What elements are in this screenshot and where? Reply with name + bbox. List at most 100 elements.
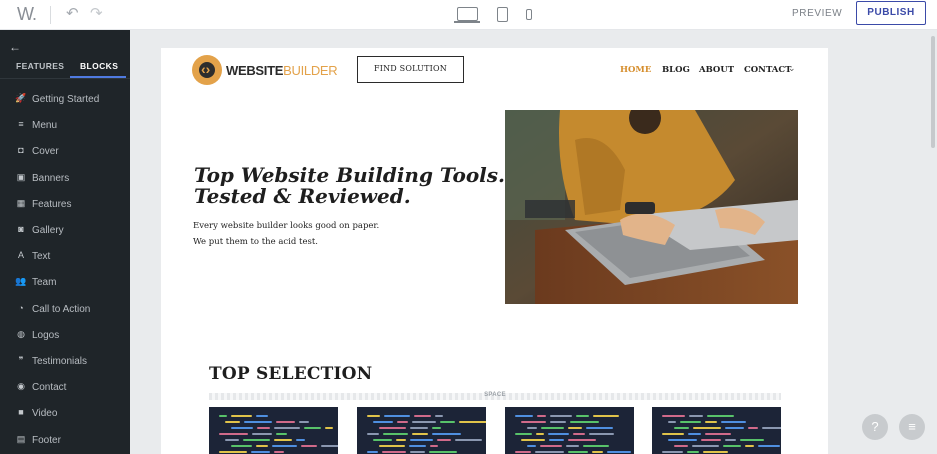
code-line (662, 451, 683, 453)
code-line (521, 439, 545, 441)
camera-icon: ◙ (18, 224, 24, 234)
sidebar-item-cover[interactable]: ◘ Cover (0, 141, 130, 163)
code-line (251, 451, 270, 453)
sidebar-item-contact[interactable]: ◉ Contact (0, 377, 130, 399)
tablet-view-icon[interactable] (497, 7, 508, 22)
code-line (540, 445, 562, 447)
footer-icon: ▤ (16, 433, 26, 444)
sidebar-item-team[interactable]: 👥 Team (0, 272, 130, 294)
help-icon[interactable]: ? (862, 414, 888, 440)
sidebar-item-features[interactable]: ▦ Features (0, 194, 130, 216)
code-line (705, 421, 717, 423)
code-line (705, 433, 731, 435)
selection-thumbnail[interactable] (209, 407, 338, 454)
back-arrow-icon[interactable]: ← (9, 40, 21, 54)
code-line (455, 439, 482, 441)
code-line (748, 427, 758, 429)
code-line (550, 421, 566, 423)
canvas-scrollbar[interactable] (931, 36, 935, 148)
desktop-view-icon[interactable] (454, 7, 480, 23)
mobile-view-icon[interactable] (526, 9, 532, 20)
hero-title-line2: Tested & Reviewed. (194, 184, 411, 208)
sidebar-item-banners[interactable]: ▣ Banners (0, 168, 130, 190)
code-line (256, 415, 268, 417)
redo-icon[interactable]: ↷ (90, 4, 103, 22)
code-line (592, 451, 603, 453)
code-line (549, 439, 564, 441)
sidebar-item-menu[interactable]: ≡ Menu (0, 115, 130, 137)
code-line (301, 445, 317, 447)
code-line (367, 451, 378, 453)
hero-subtitle-line1: Every website builder looks good on pape… (193, 221, 380, 231)
code-line (440, 421, 455, 423)
tab-blocks[interactable]: BLOCKS (80, 61, 118, 71)
brand-name-bold: WEBSITE (226, 63, 284, 78)
nav-contact[interactable]: CONTACT (744, 65, 792, 75)
team-icon: 👥 (15, 276, 27, 287)
code-line (296, 439, 305, 441)
top-toolbar: W. ↶ ↷ PREVIEW PUBLISH (0, 0, 937, 30)
spacer-block[interactable]: SPACE (209, 392, 781, 400)
website-page: WEBSITEBUILDER FIND SOLUTION HOME BLOG A… (161, 48, 828, 454)
sidebar-item-video[interactable]: ■ Video (0, 403, 130, 425)
code-line (674, 445, 688, 447)
sidebar-item-call-to-action[interactable]: ◔ Call to Action (0, 299, 130, 321)
find-solution-button[interactable]: FIND SOLUTION (357, 56, 464, 83)
sidebar-item-testimonials[interactable]: ❞ Testimonials (0, 351, 130, 373)
nav-home[interactable]: HOME (620, 65, 651, 75)
tab-features[interactable]: FEATURES (16, 61, 64, 71)
app-logo[interactable]: W. (17, 4, 37, 25)
hero-title: Top Website Building Tools. Tested & Rev… (194, 165, 505, 207)
chevron-down-icon[interactable]: ⌄ (788, 63, 796, 74)
nav-about[interactable]: ABOUT (699, 65, 734, 75)
code-line (231, 445, 252, 447)
code-line (219, 433, 248, 435)
cta-icon: ◔ (18, 302, 24, 313)
code-line (527, 445, 536, 447)
selection-thumbnail[interactable] (357, 407, 486, 454)
code-line (430, 445, 438, 447)
hero-image[interactable] (505, 110, 798, 304)
code-line (367, 415, 380, 417)
publish-button[interactable]: PUBLISH (856, 1, 926, 25)
code-line (607, 451, 631, 453)
sidebar-item-text[interactable]: A Text (0, 246, 130, 268)
sidebar-item-label: Footer (32, 434, 61, 446)
nav-blog[interactable]: BLOG (662, 65, 690, 75)
logos-icon: ◍ (17, 328, 25, 339)
code-line (383, 433, 408, 435)
selection-thumbnail[interactable] (652, 407, 781, 454)
code-line (231, 427, 253, 429)
code-line (668, 439, 697, 441)
code-line (257, 427, 270, 429)
code-line (429, 451, 457, 453)
selection-thumbnail[interactable] (505, 407, 634, 454)
code-line (412, 421, 436, 423)
laptop-photo (505, 110, 798, 304)
sidebar-item-logos[interactable]: ◍ Logos (0, 325, 130, 347)
code-line (304, 427, 321, 429)
chat-icon[interactable]: ≡ (899, 414, 925, 440)
section-title: TOP SELECTION (209, 364, 373, 384)
code-line (274, 427, 300, 429)
brand-name: WEBSITEBUILDER (226, 63, 338, 78)
preview-button[interactable]: PREVIEW (792, 8, 842, 19)
brand-mark-icon (192, 55, 222, 85)
code-line (410, 439, 433, 441)
code-line (566, 445, 579, 447)
code-line (367, 433, 379, 435)
code-line (692, 445, 719, 447)
code-line (573, 433, 585, 435)
sidebar-item-label: Getting Started (32, 94, 100, 105)
code-line (321, 445, 338, 447)
code-line (725, 427, 744, 429)
code-line (243, 439, 270, 441)
code-line (568, 427, 582, 429)
sidebar-item-gallery[interactable]: ◙ Gallery (0, 220, 130, 242)
code-line (740, 439, 764, 441)
undo-icon[interactable]: ↶ (66, 4, 79, 22)
sidebar-item-getting-started[interactable]: 🚀 Getting Started (0, 89, 130, 111)
sidebar-item-footer[interactable]: ▤ Footer (0, 430, 130, 452)
code-line (276, 421, 295, 423)
sidebar-item-label: Logos (32, 329, 60, 341)
